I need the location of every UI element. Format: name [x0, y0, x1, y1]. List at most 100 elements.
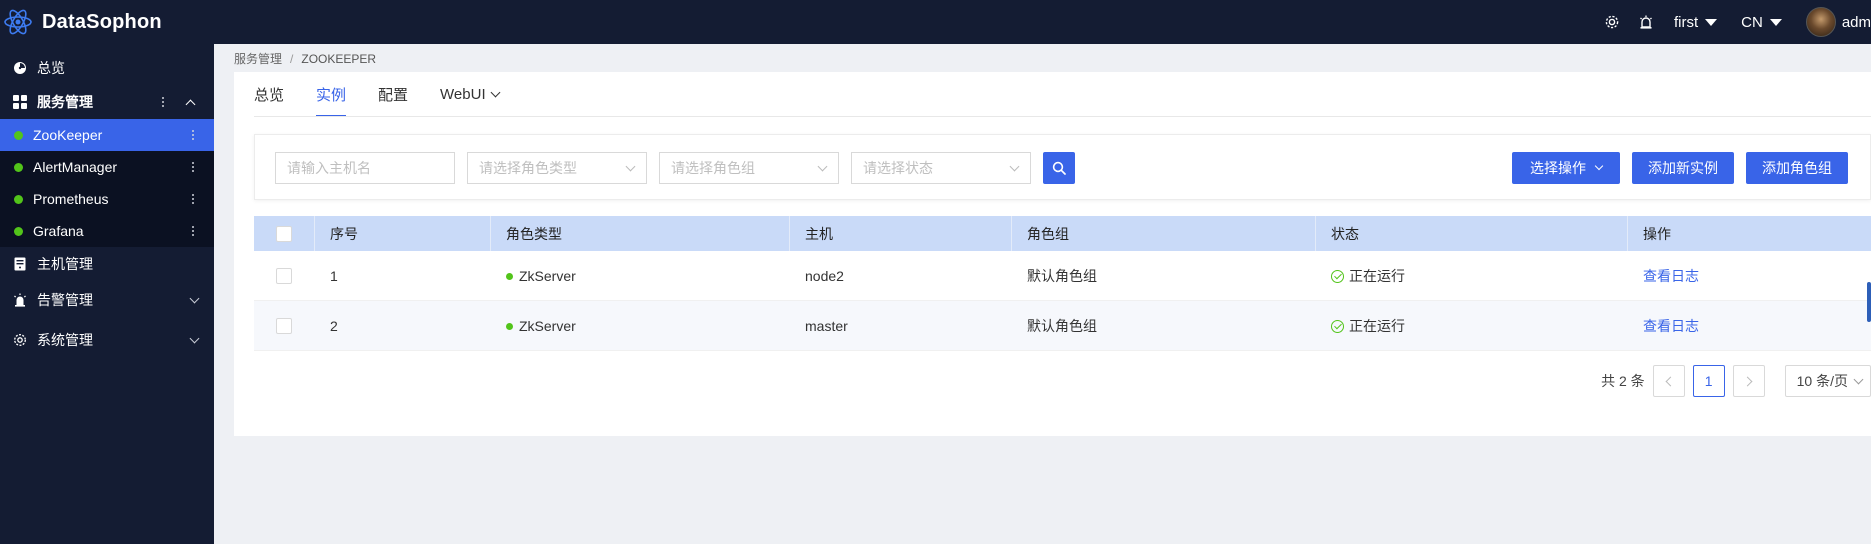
prev-page-button[interactable]	[1652, 365, 1685, 397]
more-icon[interactable]	[192, 151, 194, 183]
sidebar-item-label: 总览	[37, 60, 65, 76]
role-type-cell: ZkServer	[490, 251, 576, 301]
select-action-button[interactable]: 选择操作	[1512, 152, 1620, 184]
status-cell: 正在运行	[1315, 301, 1405, 351]
caret-down-icon	[1705, 18, 1718, 26]
sidebar-item-label: AlertManager	[33, 159, 118, 175]
chevron-up-icon[interactable]	[185, 99, 196, 109]
breadcrumb-separator: /	[290, 51, 294, 66]
status-dot	[506, 322, 513, 330]
host-cell: node2	[805, 268, 844, 284]
sidebar-item-grafana[interactable]: Grafana	[0, 215, 214, 247]
settings-icon	[13, 333, 27, 347]
main-card: 总览 实例 配置 WebUI 请输入主机名 请选择角色类型 请选择角色组 请选择…	[234, 72, 1871, 436]
view-log-link[interactable]: 查看日志	[1643, 316, 1699, 336]
sidebar-item-services[interactable]: 服务管理	[0, 85, 214, 119]
page-number[interactable]: 1	[1692, 365, 1725, 397]
app-title: DataSophon	[42, 10, 162, 33]
check-circle-icon	[1331, 319, 1344, 333]
status-dot	[14, 194, 23, 204]
breadcrumb-current: ZOOKEEPER	[301, 51, 377, 66]
host-cell: master	[805, 318, 848, 334]
table-row: 1 ZkServer node2 默认角色组 正在运行 查看日志	[254, 251, 1871, 301]
tab-overview[interactable]: 总览	[254, 72, 284, 117]
tab-webui[interactable]: WebUI	[440, 72, 501, 117]
chevron-down-icon	[1594, 161, 1604, 171]
search-button[interactable]	[1043, 152, 1075, 184]
page-size-select[interactable]: 10 条/页	[1784, 365, 1871, 397]
chevron-down-icon[interactable]	[189, 333, 200, 343]
top-bar: DataSophon first CN adm	[0, 0, 1871, 44]
row-index: 1	[330, 268, 338, 284]
sidebar-item-overview[interactable]: 总览	[0, 51, 214, 85]
language-selector[interactable]: CN	[1741, 14, 1782, 31]
sidebar-item-label: Prometheus	[33, 191, 109, 207]
role-type-cell: ZkServer	[490, 301, 576, 351]
atom-logo-icon	[4, 9, 32, 35]
cluster-label: first	[1673, 13, 1699, 31]
more-icon[interactable]	[192, 215, 194, 247]
more-icon[interactable]	[162, 85, 164, 119]
apps-icon	[13, 95, 27, 109]
status-cell: 正在运行	[1315, 251, 1405, 301]
select-action-label: 选择操作	[1530, 160, 1586, 176]
search-icon	[1052, 161, 1066, 175]
more-icon[interactable]	[192, 183, 194, 215]
view-log-link[interactable]: 查看日志	[1643, 266, 1699, 286]
pagination: 共 2 条 1 10 条/页	[1601, 365, 1871, 397]
sidebar-item-hosts[interactable]: 主机管理	[0, 247, 214, 281]
breadcrumb-root[interactable]: 服务管理	[234, 50, 282, 67]
hostname-placeholder: 请输入主机名	[287, 160, 371, 176]
cluster-selector[interactable]: first	[1673, 13, 1718, 31]
role-type-placeholder: 请选择角色类型	[479, 160, 577, 176]
column-header: 角色组	[1027, 225, 1069, 242]
tab-bar: 总览 实例 配置 WebUI	[254, 72, 531, 117]
avatar[interactable]	[1805, 7, 1836, 37]
column-header: 角色类型	[506, 225, 562, 242]
user-name[interactable]: adm	[1842, 14, 1871, 31]
table-header: 序号 角色类型 主机 角色组 状态 操作	[254, 216, 1871, 251]
column-header: 主机	[805, 225, 833, 242]
add-instance-label: 添加新实例	[1648, 160, 1718, 176]
gear-icon[interactable]	[1604, 14, 1620, 30]
side-handle[interactable]	[1867, 282, 1871, 322]
sidebar-item-label: ZooKeeper	[33, 127, 103, 143]
select-all-checkbox[interactable]	[276, 225, 292, 242]
next-page-button[interactable]	[1732, 365, 1765, 397]
caret-down-icon	[1769, 18, 1782, 26]
app-logo[interactable]: DataSophon	[0, 0, 162, 44]
tab-label: WebUI	[440, 86, 486, 103]
row-checkbox[interactable]	[276, 318, 292, 334]
hostname-input[interactable]: 请输入主机名	[275, 152, 455, 184]
add-instance-button[interactable]: 添加新实例	[1632, 152, 1734, 184]
sidebar-item-alertmanager[interactable]: AlertManager	[0, 151, 214, 183]
language-label: CN	[1741, 13, 1763, 31]
status-placeholder: 请选择状态	[863, 160, 933, 176]
total-count: 共 2 条	[1601, 373, 1645, 389]
sidebar-item-alerts[interactable]: 告警管理	[0, 283, 214, 317]
row-checkbox[interactable]	[276, 268, 292, 284]
sidebar-item-zookeeper[interactable]: ZooKeeper	[0, 119, 214, 151]
chevron-down-icon	[1853, 374, 1864, 385]
column-header: 序号	[330, 225, 358, 242]
add-role-group-label: 添加角色组	[1762, 160, 1832, 176]
alarm-light-icon[interactable]	[1638, 14, 1654, 30]
status-select[interactable]: 请选择状态	[851, 152, 1031, 184]
tab-config[interactable]: 配置	[378, 72, 408, 117]
sidebar-item-prometheus[interactable]: Prometheus	[0, 183, 214, 215]
tab-instances[interactable]: 实例	[316, 72, 347, 117]
more-icon[interactable]	[192, 119, 194, 151]
role-group-cell: 默认角色组	[1027, 268, 1097, 284]
column-header: 操作	[1643, 225, 1671, 242]
sidebar-item-system[interactable]: 系统管理	[0, 323, 214, 357]
status-dot	[14, 130, 23, 140]
add-role-group-button[interactable]: 添加角色组	[1746, 152, 1848, 184]
sidebar-item-label: Grafana	[33, 223, 84, 239]
table-row: 2 ZkServer master 默认角色组 正在运行 查看日志	[254, 301, 1871, 351]
page-size-label: 10 条/页	[1796, 373, 1848, 389]
chevron-down-icon	[625, 161, 636, 172]
sidebar-item-label: 告警管理	[37, 292, 93, 308]
role-type-select[interactable]: 请选择角色类型	[467, 152, 647, 184]
chevron-down-icon[interactable]	[189, 293, 200, 303]
role-group-select[interactable]: 请选择角色组	[659, 152, 839, 184]
